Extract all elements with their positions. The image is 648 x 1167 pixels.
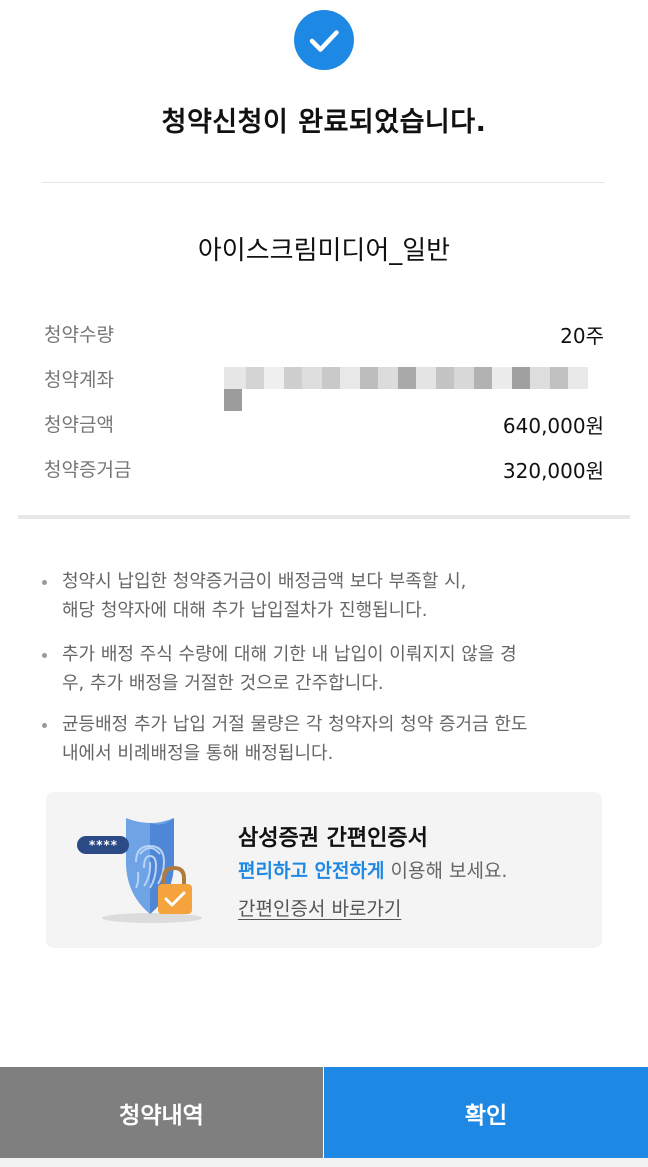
notice-line: 내에서 비례배정을 통해 배정됩니다.: [62, 743, 334, 764]
confirm-button[interactable]: 확인: [324, 1067, 648, 1158]
notice-line: 균등배정 추가 납입 거절 물량은 각 청약자의 청약 증거금 한도: [62, 714, 528, 735]
bullet-dot-icon: [42, 723, 47, 728]
simple-cert-banner[interactable]: **** 삼성증권 간편인증서 편리하고 안전하게 이용해 보세요. 간편인증서…: [46, 792, 602, 948]
banner-subtitle-rest: 이용해 보세요.: [384, 860, 508, 882]
subscription-history-button[interactable]: 청약내역: [0, 1067, 323, 1158]
completion-title: 청약신청이 완료되었습니다.: [161, 107, 487, 138]
badge-text: ****: [89, 838, 118, 852]
info-row-quantity: 청약수량 20주: [44, 320, 604, 350]
notice-line: 우, 추가 배정을 거절한 것으로 간주합니다.: [62, 673, 384, 694]
info-row-deposit: 청약증거금 320,000원: [44, 455, 604, 485]
section-divider-thick: [18, 515, 630, 519]
info-value: 640,000원: [502, 414, 604, 438]
info-value: 320,000원: [502, 459, 604, 483]
completion-sheet: 청약신청이 완료되었습니다. 아이스크림미디어_일반 청약수량 20주 청약계좌…: [0, 0, 648, 1158]
masked-account-number: [224, 367, 604, 411]
info-label: 청약금액: [44, 414, 114, 436]
bullet-dot-icon: [42, 580, 47, 585]
notice-line: 추가 배정 주식 수량에 대해 기한 내 납입이 이뤄지지 않을 경: [62, 644, 517, 665]
notice-item: 추가 배정 주식 수량에 대해 기한 내 납입이 이뤄지지 않을 경 우, 추가…: [42, 640, 612, 698]
banner-subtitle-highlight: 편리하고 안전하게: [238, 860, 385, 882]
notice-line: 청약시 납입한 청약증거금이 배정금액 보다 부족할 시,: [62, 571, 467, 592]
shield-fingerprint-icon: ****: [77, 818, 202, 923]
notice-item: 청약시 납입한 청약증거금이 배정금액 보다 부족할 시, 해당 청약자에 대해…: [42, 567, 612, 625]
info-label: 청약수량: [44, 324, 114, 346]
notice-line: 해당 청약자에 대해 추가 납입절차가 진행됩니다.: [62, 600, 428, 621]
section-divider: [42, 182, 605, 183]
info-label: 청약계좌: [44, 369, 114, 391]
cert-shortcut-link[interactable]: 간편인증서 바로가기: [238, 894, 401, 921]
info-row-account: 청약계좌: [44, 365, 604, 411]
info-label: 청약증거금: [44, 459, 132, 481]
info-row-amount: 청약금액 640,000원: [44, 410, 604, 440]
notice-item: 균등배정 추가 납입 거절 물량은 각 청약자의 청약 증거금 한도 내에서 비…: [42, 710, 612, 768]
bullet-dot-icon: [42, 653, 47, 658]
banner-subtitle: 편리하고 안전하게 이용해 보세요.: [238, 856, 507, 883]
banner-title: 삼성증권 간편인증서: [238, 826, 428, 851]
success-check-icon: [294, 10, 354, 70]
product-name: 아이스크림미디어_일반: [197, 236, 451, 266]
info-value: 20주: [560, 324, 604, 348]
